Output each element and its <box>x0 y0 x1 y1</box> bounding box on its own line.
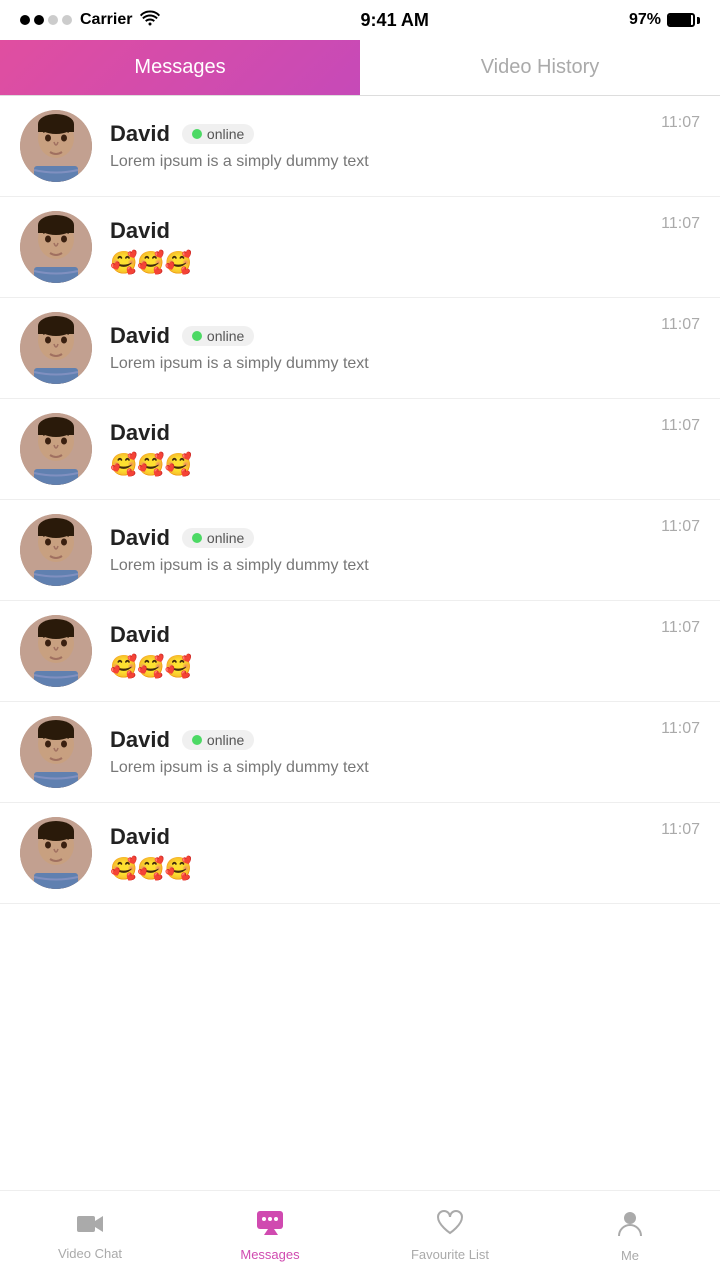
nav-label-me: Me <box>621 1248 639 1263</box>
message-time-3: 11:07 <box>661 316 700 334</box>
message-header-1: David online <box>110 121 661 147</box>
top-tabs: Messages Video History <box>0 40 720 96</box>
nav-label-messages: Messages <box>240 1247 299 1262</box>
tab-messages[interactable]: Messages <box>0 40 360 95</box>
battery-percent: 97% <box>629 11 661 29</box>
contact-name-4: David <box>110 420 170 446</box>
message-item-2[interactable]: David 🥰🥰🥰11:07 <box>0 197 720 298</box>
message-item-3[interactable]: David online Lorem ipsum is a simply dummy… <box>0 298 720 399</box>
message-content-6: David 🥰🥰🥰 <box>110 622 661 680</box>
message-item-8[interactable]: David 🥰🥰🥰11:07 <box>0 803 720 904</box>
avatar-4 <box>20 413 92 485</box>
message-item-6[interactable]: David 🥰🥰🥰11:07 <box>0 601 720 702</box>
message-time-6: 11:07 <box>661 619 700 637</box>
contact-name-5: David <box>110 525 170 551</box>
message-header-7: David online <box>110 727 661 753</box>
nav-item-video-chat[interactable]: Video Chat <box>0 1211 180 1261</box>
message-preview-2: 🥰🥰🥰 <box>110 250 661 276</box>
message-time-1: 11:07 <box>661 114 700 132</box>
contact-name-8: David <box>110 824 170 850</box>
contact-name-2: David <box>110 218 170 244</box>
message-time-8: 11:07 <box>661 821 700 839</box>
contact-name-1: David <box>110 121 170 147</box>
tab-video-history[interactable]: Video History <box>360 40 720 95</box>
status-left: Carrier <box>20 10 160 31</box>
message-time-5: 11:07 <box>661 518 700 536</box>
online-dot-7 <box>192 735 202 745</box>
message-item-7[interactable]: David online Lorem ipsum is a simply dummy… <box>0 702 720 803</box>
nav-item-messages[interactable]: Messages <box>180 1210 360 1262</box>
signal-dot-3 <box>48 15 58 25</box>
signal-dot-1 <box>20 15 30 25</box>
status-time: 9:41 AM <box>361 10 429 31</box>
avatar-1 <box>20 110 92 182</box>
message-header-8: David <box>110 824 661 850</box>
me-icon <box>618 1209 642 1244</box>
contact-name-7: David <box>110 727 170 753</box>
signal-dots <box>20 15 72 25</box>
message-header-6: David <box>110 622 661 648</box>
message-item-1[interactable]: David online Lorem ipsum is a simply dummy… <box>0 96 720 197</box>
video-chat-icon <box>76 1211 104 1242</box>
message-content-7: David online Lorem ipsum is a simply dummy… <box>110 727 661 777</box>
message-preview-6: 🥰🥰🥰 <box>110 654 661 680</box>
status-bar: Carrier 9:41 AM 97% <box>0 0 720 40</box>
online-badge-3: online <box>182 326 254 346</box>
main-content: David online Lorem ipsum is a simply dummy… <box>0 96 720 994</box>
message-header-5: David online <box>110 525 661 551</box>
message-item-5[interactable]: David online Lorem ipsum is a simply dummy… <box>0 500 720 601</box>
favourite-icon <box>436 1210 464 1243</box>
message-content-4: David 🥰🥰🥰 <box>110 420 661 478</box>
avatar-7 <box>20 716 92 788</box>
messages-icon <box>256 1210 284 1243</box>
message-header-3: David online <box>110 323 661 349</box>
message-preview-4: 🥰🥰🥰 <box>110 452 661 478</box>
message-time-4: 11:07 <box>661 417 700 435</box>
message-preview-5: Lorem ipsum is a simply dummy text <box>110 557 661 575</box>
nav-label-video-chat: Video Chat <box>58 1246 122 1261</box>
message-item-4[interactable]: David 🥰🥰🥰11:07 <box>0 399 720 500</box>
avatar-6 <box>20 615 92 687</box>
online-badge-7: online <box>182 730 254 750</box>
wifi-icon <box>140 10 160 31</box>
online-dot-5 <box>192 533 202 543</box>
message-content-5: David online Lorem ipsum is a simply dummy… <box>110 525 661 575</box>
message-content-1: David online Lorem ipsum is a simply dummy… <box>110 121 661 171</box>
signal-dot-2 <box>34 15 44 25</box>
online-dot-3 <box>192 331 202 341</box>
message-time-7: 11:07 <box>661 720 700 738</box>
nav-label-favourite: Favourite List <box>411 1247 489 1262</box>
online-badge-5: online <box>182 528 254 548</box>
message-time-2: 11:07 <box>661 215 700 233</box>
bottom-nav: Video Chat Messages Favourite List <box>0 1190 720 1280</box>
online-badge-1: online <box>182 124 254 144</box>
contact-name-3: David <box>110 323 170 349</box>
message-list: David online Lorem ipsum is a simply dummy… <box>0 96 720 904</box>
message-preview-3: Lorem ipsum is a simply dummy text <box>110 355 661 373</box>
message-content-2: David 🥰🥰🥰 <box>110 218 661 276</box>
nav-item-me[interactable]: Me <box>540 1209 720 1263</box>
message-content-8: David 🥰🥰🥰 <box>110 824 661 882</box>
message-content-3: David online Lorem ipsum is a simply dummy… <box>110 323 661 373</box>
avatar-5 <box>20 514 92 586</box>
avatar-2 <box>20 211 92 283</box>
online-dot-1 <box>192 129 202 139</box>
message-header-2: David <box>110 218 661 244</box>
nav-item-favourite[interactable]: Favourite List <box>360 1210 540 1262</box>
message-preview-8: 🥰🥰🥰 <box>110 856 661 882</box>
contact-name-6: David <box>110 622 170 648</box>
avatar-3 <box>20 312 92 384</box>
battery-icon <box>667 13 700 27</box>
message-header-4: David <box>110 420 661 446</box>
message-preview-7: Lorem ipsum is a simply dummy text <box>110 759 661 777</box>
status-right: 97% <box>629 11 700 29</box>
message-preview-1: Lorem ipsum is a simply dummy text <box>110 153 661 171</box>
signal-dot-4 <box>62 15 72 25</box>
carrier-label: Carrier <box>80 11 132 29</box>
avatar-8 <box>20 817 92 889</box>
